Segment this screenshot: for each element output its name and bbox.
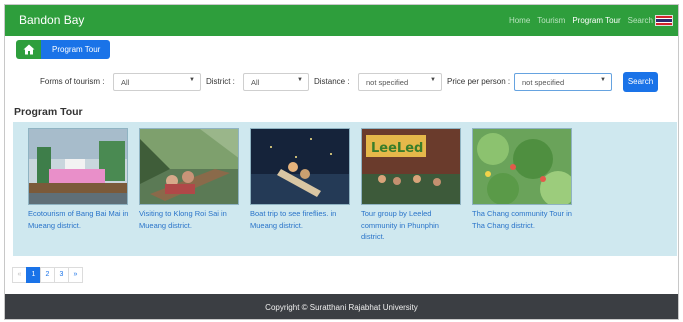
breadcrumb: Program Tour xyxy=(16,40,111,59)
district-select[interactable]: All ▼ xyxy=(243,73,309,91)
chevron-down-icon: ▼ xyxy=(297,77,303,83)
district-value: All xyxy=(251,78,260,87)
tour-caption[interactable]: Tour group by Leeled community in Phunph… xyxy=(361,208,463,243)
tour-thumbnail[interactable] xyxy=(28,128,128,205)
tour-card[interactable]: Visiting to Klong Roi Sai in Mueang dist… xyxy=(139,128,241,231)
tour-caption[interactable]: Tha Chang community Tour in Tha Chang di… xyxy=(472,208,574,231)
forms-of-tourism-label: Forms of tourism : xyxy=(40,77,105,86)
copyright-text: Copyright © Suratthani Rajabhat Universi… xyxy=(265,303,418,312)
nav-link-home[interactable]: Home xyxy=(509,16,530,25)
nav-link-tourism[interactable]: Tourism xyxy=(537,16,565,25)
top-navbar: Bandon Bay Home Tourism Program Tour Sea… xyxy=(5,5,678,36)
filter-bar: Forms of tourism : All ▼ District : All … xyxy=(5,71,678,93)
tour-thumbnail[interactable] xyxy=(250,128,350,205)
tour-card-grid: Ecotourism of Bang Bai Mai in Mueang dis… xyxy=(13,122,677,256)
district-label: District : xyxy=(206,77,235,86)
pagination-page-1[interactable]: 1 xyxy=(26,267,41,283)
tour-caption[interactable]: Visiting to Klong Roi Sai in Mueang dist… xyxy=(139,208,241,231)
chevron-down-icon: ▼ xyxy=(430,77,436,83)
forms-of-tourism-value: All xyxy=(121,78,130,87)
nav-link-search[interactable]: Search xyxy=(628,16,653,25)
chevron-down-icon: ▼ xyxy=(189,77,195,83)
pagination: « 1 2 3 » xyxy=(12,267,83,283)
search-button[interactable]: Search xyxy=(623,72,658,92)
thailand-flag-icon[interactable] xyxy=(655,15,673,26)
pagination-page-2[interactable]: 2 xyxy=(40,267,55,283)
browser-viewport: Bandon Bay Home Tourism Program Tour Sea… xyxy=(4,4,679,320)
nav-links: Home Tourism Program Tour Search xyxy=(502,15,673,26)
home-icon[interactable] xyxy=(16,40,41,59)
tour-card[interactable]: Tha Chang community Tour in Tha Chang di… xyxy=(472,128,574,231)
leeled-sign-text: LeeLed xyxy=(371,141,423,156)
tour-card[interactable]: Ecotourism of Bang Bai Mai in Mueang dis… xyxy=(28,128,130,231)
footer: Copyright © Suratthani Rajabhat Universi… xyxy=(5,294,678,319)
tour-caption[interactable]: Boat trip to see fireflies. in Mueang di… xyxy=(250,208,352,231)
pagination-prev[interactable]: « xyxy=(12,267,27,283)
chevron-down-icon: ▼ xyxy=(600,77,606,83)
distance-label: Distance : xyxy=(314,77,350,86)
site-brand[interactable]: Bandon Bay xyxy=(19,13,84,27)
tour-thumbnail[interactable] xyxy=(472,128,572,205)
distance-select[interactable]: not specified ▼ xyxy=(358,73,442,91)
tour-thumbnail[interactable]: LeeLed xyxy=(361,128,461,205)
price-per-person-select[interactable]: not specified ▼ xyxy=(514,73,612,91)
distance-value: not specified xyxy=(366,78,409,87)
section-title: Program Tour xyxy=(14,106,83,118)
nav-link-program-tour[interactable]: Program Tour xyxy=(572,16,620,25)
forms-of-tourism-select[interactable]: All ▼ xyxy=(113,73,201,91)
pagination-next[interactable]: » xyxy=(68,267,83,283)
tour-thumbnail[interactable] xyxy=(139,128,239,205)
tour-card[interactable]: LeeLed Tour group by Leeled community in… xyxy=(361,128,463,243)
pagination-page-3[interactable]: 3 xyxy=(54,267,69,283)
price-per-person-value: not specified xyxy=(522,78,565,87)
breadcrumb-current[interactable]: Program Tour xyxy=(41,40,111,59)
price-per-person-label: Price per person : xyxy=(447,77,511,86)
tour-caption[interactable]: Ecotourism of Bang Bai Mai in Mueang dis… xyxy=(28,208,130,231)
tour-card[interactable]: Boat trip to see fireflies. in Mueang di… xyxy=(250,128,352,231)
